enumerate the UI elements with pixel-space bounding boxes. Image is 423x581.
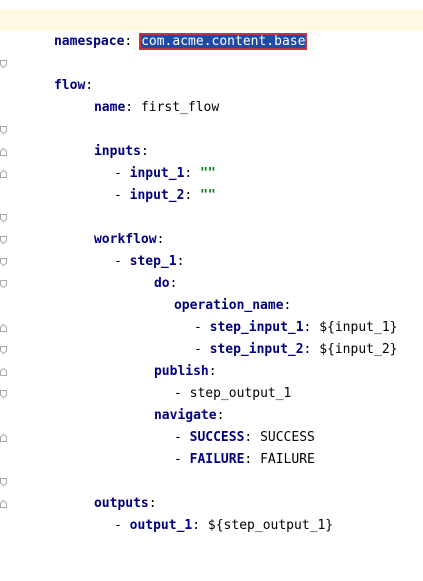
- fold-icon[interactable]: [0, 148, 7, 156]
- code-line-workflow[interactable]: workflow:: [0, 207, 423, 247]
- fold-icon[interactable]: [0, 214, 7, 222]
- code-line-publish[interactable]: publish:: [0, 339, 423, 379]
- yaml-separator: :: [192, 518, 208, 533]
- yaml-separator: :: [244, 452, 261, 467]
- code-line-success[interactable]: - SUCCESS: SUCCESS: [0, 405, 423, 445]
- code-line-namespace[interactable]: namespace: com.acme.content.base: [0, 9, 423, 50]
- yaml-value: FAILURE: [260, 452, 315, 467]
- code-line-do[interactable]: do:: [0, 251, 423, 291]
- yaml-dash: -: [113, 188, 130, 203]
- fold-icon[interactable]: [0, 390, 7, 398]
- fold-icon[interactable]: [0, 434, 7, 442]
- yaml-string: "": [200, 188, 216, 203]
- fold-icon[interactable]: [0, 280, 7, 288]
- yaml-value: first_flow: [140, 100, 220, 115]
- code-line-input-1[interactable]: - input_1: "": [0, 141, 423, 181]
- yaml-dash: -: [113, 518, 130, 533]
- code-line-step-input-2[interactable]: - step_input_2: ${input_2}: [0, 317, 423, 357]
- yaml-dash: -: [173, 452, 190, 467]
- fold-icon[interactable]: [0, 346, 7, 354]
- fold-icon[interactable]: [0, 258, 7, 266]
- code-line-step-output-1[interactable]: - step_output_1: [0, 361, 423, 401]
- fold-icon[interactable]: [0, 60, 7, 68]
- yaml-separator: :: [124, 34, 141, 49]
- yaml-separator: :: [125, 100, 141, 115]
- yaml-key: FAILURE: [189, 452, 245, 467]
- code-line-inputs[interactable]: inputs:: [0, 119, 423, 159]
- code-line-operation-name[interactable]: operation_name:: [0, 273, 423, 313]
- yaml-key: input_2: [129, 188, 185, 203]
- code-line-flow[interactable]: flow:: [0, 53, 423, 93]
- yaml-key: name: [93, 100, 126, 115]
- code-line-input-2[interactable]: - input_2: "": [0, 163, 423, 203]
- code-line-outputs[interactable]: outputs:: [0, 471, 423, 511]
- fold-icon[interactable]: [0, 236, 7, 244]
- fold-icon[interactable]: [0, 324, 7, 332]
- fold-icon[interactable]: [0, 478, 7, 486]
- code-editor[interactable]: namespace: com.acme.content.base flow: n…: [0, 0, 423, 533]
- yaml-separator: :: [184, 188, 201, 203]
- code-line-failure[interactable]: - FAILURE: FAILURE: [0, 427, 423, 467]
- code-line-step-input-1[interactable]: - step_input_1: ${input_1}: [0, 295, 423, 335]
- yaml-value: ${step_output_1}: [207, 518, 334, 533]
- fold-icon[interactable]: [0, 170, 7, 178]
- code-line-name[interactable]: name: first_flow: [0, 75, 423, 115]
- code-line-output-1[interactable]: - output_1: ${step_output_1}: [0, 493, 423, 533]
- yaml-key: namespace: [53, 34, 125, 49]
- code-line-navigate[interactable]: navigate:: [0, 383, 423, 423]
- code-line-step-1[interactable]: - step_1:: [0, 229, 423, 269]
- fold-icon[interactable]: [0, 126, 7, 134]
- fold-icon[interactable]: [0, 368, 7, 376]
- selected-text[interactable]: com.acme.content.base: [139, 33, 308, 50]
- fold-icon[interactable]: [0, 500, 7, 508]
- yaml-key: output_1: [129, 518, 193, 533]
